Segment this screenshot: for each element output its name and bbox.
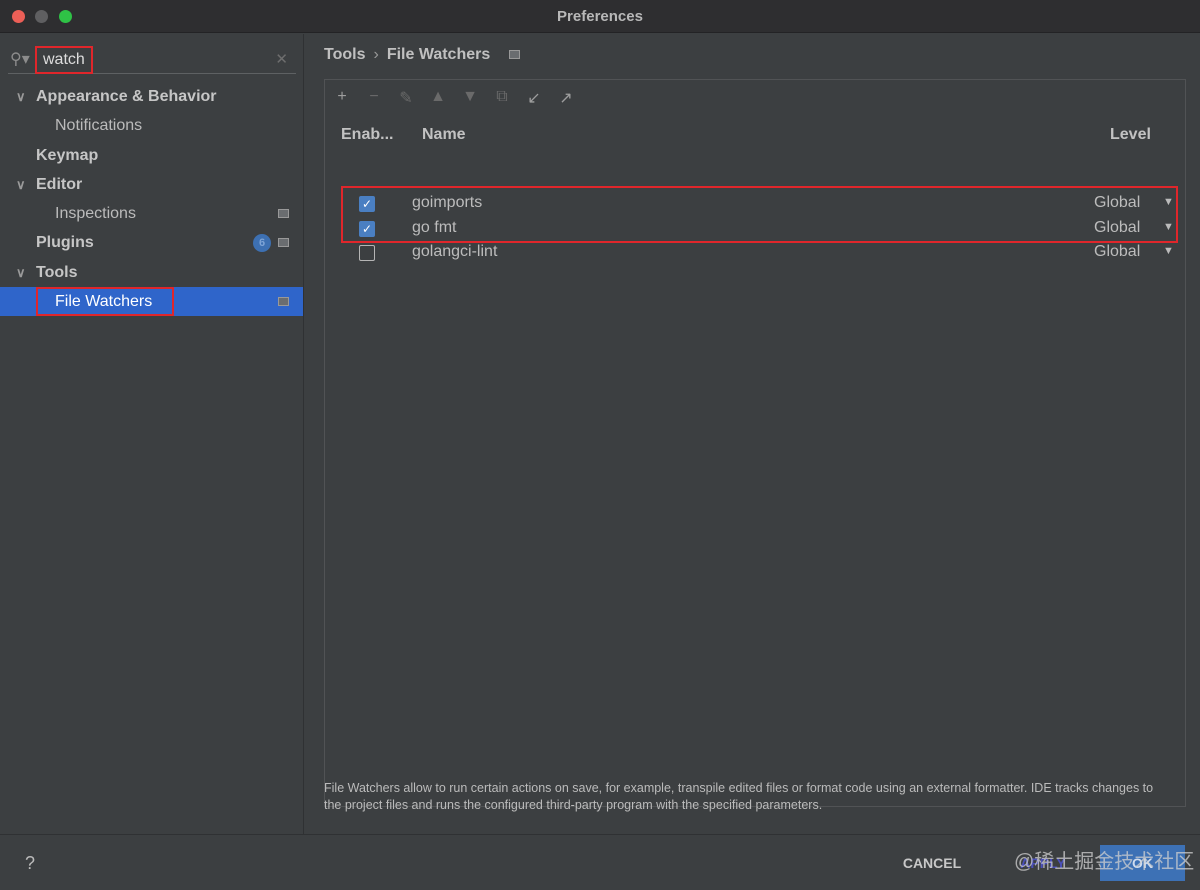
tree-item-label: Inspections xyxy=(55,205,136,223)
column-level[interactable]: Level xyxy=(1110,126,1151,144)
add-icon[interactable]: + xyxy=(331,88,353,110)
table-row[interactable]: ✓ goimports Global ▼ xyxy=(325,193,1185,217)
tree-item-label: Notifications xyxy=(55,117,143,135)
tree-item-label: File Watchers xyxy=(36,287,175,317)
dropdown-arrow-icon[interactable]: ▼ xyxy=(1163,196,1174,208)
tree-item-editor[interactable]: ∨ Editor xyxy=(0,170,303,199)
level-select[interactable]: Global xyxy=(1094,219,1140,237)
tree-item-label: Editor xyxy=(36,175,83,193)
settings-sidebar: ⚲▾ watch ✕ ∨ Appearance & Behavior Notifi… xyxy=(0,34,304,834)
move-up-icon[interactable]: ▲ xyxy=(427,88,449,110)
breadcrumb-parent[interactable]: Tools xyxy=(324,46,365,63)
tree-item-tools[interactable]: ∨ Tools xyxy=(0,258,303,287)
plugins-update-badge: 6 xyxy=(253,234,271,253)
settings-search[interactable]: ⚲▾ watch ✕ xyxy=(8,44,296,74)
remove-icon[interactable]: − xyxy=(363,88,385,110)
tree-item-label: Plugins xyxy=(36,234,94,252)
breadcrumb-current: File Watchers xyxy=(386,46,491,63)
column-enabled[interactable]: Enab... xyxy=(341,126,393,144)
enabled-checkbox[interactable]: ✓ xyxy=(359,221,375,237)
chevron-down-icon[interactable]: ∨ xyxy=(16,82,26,111)
dropdown-arrow-icon[interactable]: ▼ xyxy=(1163,221,1174,233)
search-input[interactable]: watch xyxy=(35,46,93,74)
tree-item-plugins[interactable]: Plugins 6 xyxy=(0,228,303,257)
tree-item-inspections[interactable]: Inspections xyxy=(0,199,303,228)
copy-icon[interactable]: ⧉ xyxy=(491,88,513,110)
watcher-name: golangci-lint xyxy=(412,243,498,260)
breadcrumb: Tools › File Watchers xyxy=(324,46,520,64)
enabled-checkbox[interactable] xyxy=(359,245,375,261)
move-down-icon[interactable]: ▼ xyxy=(459,88,481,110)
title-bar: Preferences xyxy=(0,0,1200,33)
import-icon[interactable]: ↙ xyxy=(523,88,545,110)
export-icon[interactable]: ↗ xyxy=(555,88,577,110)
level-select[interactable]: Global xyxy=(1094,243,1140,261)
window-title: Preferences xyxy=(557,8,643,25)
tree-item-label: Tools xyxy=(36,263,78,281)
tree-item-appearance-behavior[interactable]: ∨ Appearance & Behavior xyxy=(0,82,303,111)
project-settings-icon xyxy=(278,209,289,219)
breadcrumb-separator-icon: › xyxy=(373,46,379,63)
chevron-down-icon[interactable]: ∨ xyxy=(16,258,26,287)
toolbar: + − ✎ ▲ ▼ ⧉ ↙ ↗ xyxy=(331,88,577,110)
table-row[interactable]: golangci-lint Global ▼ xyxy=(325,242,1185,266)
cancel-button[interactable]: CANCEL xyxy=(890,845,974,881)
dropdown-arrow-icon[interactable]: ▼ xyxy=(1163,245,1174,257)
table-row[interactable]: ✓ go fmt Global ▼ xyxy=(325,218,1185,242)
project-settings-icon xyxy=(278,297,289,307)
settings-content: Tools › File Watchers + − ✎ ▲ ▼ ⧉ ↙ ↗ Enab… xyxy=(305,34,1200,834)
level-select[interactable]: Global xyxy=(1094,194,1140,212)
watermark: @稀土掘金技术社区 xyxy=(1014,851,1195,873)
enabled-checkbox[interactable]: ✓ xyxy=(359,196,375,212)
clear-search-icon[interactable]: ✕ xyxy=(275,50,288,68)
tree-item-keymap[interactable]: Keymap xyxy=(0,141,303,170)
search-icon[interactable]: ⚲▾ xyxy=(10,49,30,69)
help-button[interactable]: ? xyxy=(25,853,35,874)
file-watchers-panel: + − ✎ ▲ ▼ ⧉ ↙ ↗ Enab... Name Level ✓ goim… xyxy=(324,79,1186,807)
tree-item-file-watchers[interactable]: File Watchers xyxy=(0,287,303,317)
project-settings-icon xyxy=(278,238,289,248)
tree-item-label: Appearance & Behavior xyxy=(36,88,217,105)
tree-item-notifications[interactable]: Notifications xyxy=(0,111,303,140)
project-settings-icon xyxy=(508,50,520,59)
watcher-name: go fmt xyxy=(412,219,457,236)
dialog-footer: ? CANCEL APPLY OK @稀土掘金技术社区 xyxy=(0,834,1200,890)
description-text: File Watchers allow to run certain actio… xyxy=(324,781,1154,812)
column-name[interactable]: Name xyxy=(422,126,466,144)
watcher-name: goimports xyxy=(412,194,483,211)
tree-item-label: Keymap xyxy=(36,146,99,164)
settings-tree: ∨ Appearance & Behavior Notifications Key… xyxy=(0,82,303,317)
chevron-down-icon[interactable]: ∨ xyxy=(16,170,26,199)
edit-pencil-icon[interactable]: ✎ xyxy=(395,88,417,110)
